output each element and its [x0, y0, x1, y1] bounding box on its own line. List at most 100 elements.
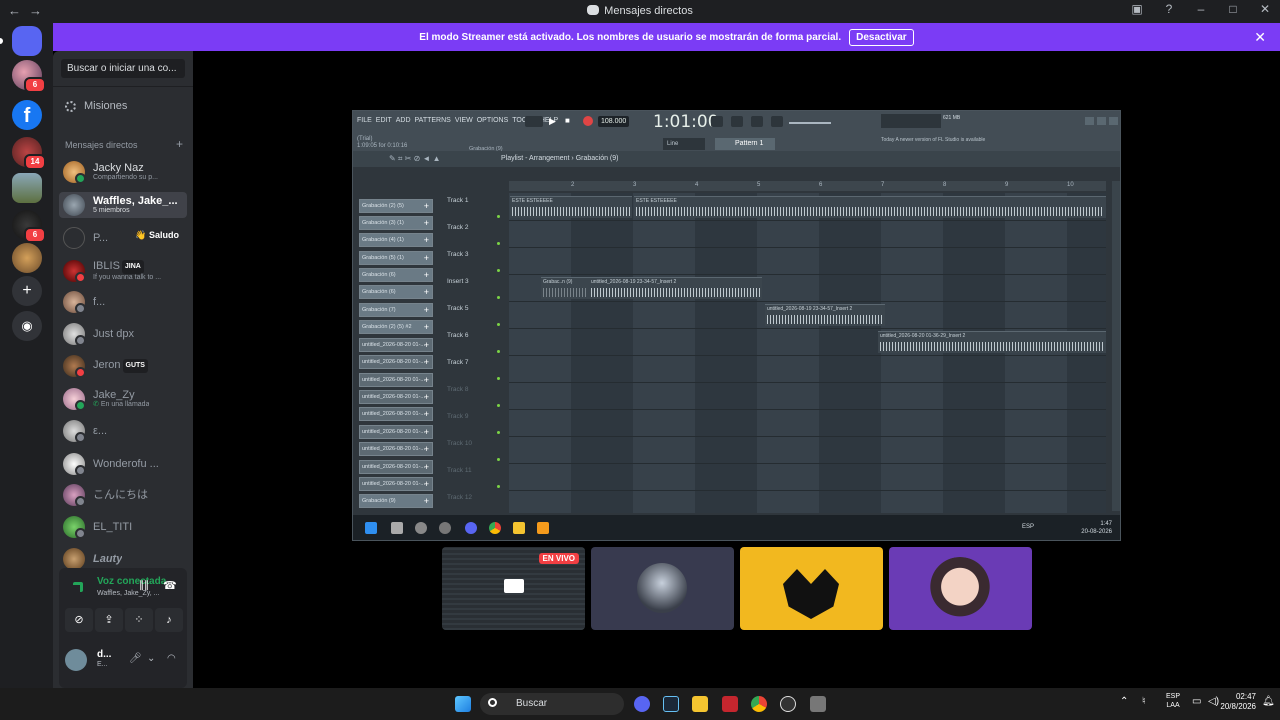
- user-avatar[interactable]: [65, 649, 87, 671]
- app-icon[interactable]: [722, 696, 738, 712]
- menu-options[interactable]: OPTIONS: [477, 117, 509, 124]
- wave-greeting-button[interactable]: 👋 Saludo: [135, 230, 179, 241]
- dm-item-el-titi[interactable]: EL_TITI: [59, 514, 187, 540]
- track-led[interactable]: [497, 485, 500, 488]
- discord-taskbar-icon[interactable]: [634, 696, 650, 712]
- screen-share-tile[interactable]: EN VIVO: [442, 547, 585, 630]
- dm-item-jacky[interactable]: Jacky Naz Compartiendo su p...: [59, 159, 187, 185]
- network-icon[interactable]: ▭: [1192, 696, 1201, 707]
- server-avatar-2[interactable]: 14: [12, 137, 46, 170]
- track-label[interactable]: Track 5: [447, 305, 468, 312]
- participant-yellow-tile[interactable]: [740, 547, 883, 630]
- track-led[interactable]: [497, 377, 500, 380]
- channel-item[interactable]: untitled_2026-08-20 01-...: [359, 373, 433, 387]
- pattern-selector[interactable]: Pattern 1: [715, 138, 775, 150]
- server-avatar-4[interactable]: 6: [12, 210, 46, 243]
- maximize-button[interactable]: □: [1224, 2, 1242, 16]
- master-volume-slider[interactable]: [789, 122, 831, 124]
- headphones-icon[interactable]: ◠: [167, 653, 176, 664]
- pat-song-toggle[interactable]: [525, 116, 543, 127]
- misiones-link[interactable]: Misiones: [65, 98, 127, 114]
- channel-item[interactable]: Grabación (2) (5) #2: [359, 320, 433, 334]
- search-input[interactable]: Buscar o iniciar una co...: [61, 59, 185, 78]
- track-led[interactable]: [497, 431, 500, 434]
- menu-edit[interactable]: EDIT: [376, 117, 392, 124]
- channel-item[interactable]: untitled_2026-08-20 01-...: [359, 407, 433, 421]
- track-label[interactable]: Track 8: [447, 386, 468, 393]
- track-led[interactable]: [497, 350, 500, 353]
- record-icon[interactable]: [583, 116, 593, 126]
- participant-anime-tile[interactable]: [889, 547, 1032, 630]
- minimize-button[interactable]: –: [1192, 2, 1210, 16]
- audio-clip[interactable]: untitled_2026-08-19 23-34-57_Insert 2: [765, 304, 885, 326]
- fl-studio-taskbar-icon[interactable]: [810, 696, 826, 712]
- dm-item-iblis[interactable]: IBLIS JINA If you wanna talk to ...: [59, 258, 187, 284]
- dm-item-wonderofu[interactable]: Wonderofu ...: [59, 451, 187, 477]
- steam-icon[interactable]: [663, 696, 679, 712]
- disconnect-icon[interactable]: ☎: [163, 579, 177, 592]
- track-led[interactable]: [497, 323, 500, 326]
- typing-keyboard-icon[interactable]: [731, 116, 743, 127]
- camera-off-button[interactable]: ⊘: [65, 608, 93, 632]
- channel-item[interactable]: untitled_2026-08-20 01-...: [359, 355, 433, 369]
- track-label[interactable]: Track 3: [447, 251, 468, 258]
- channel-item[interactable]: Grabación (7): [359, 303, 433, 317]
- track-label[interactable]: Track 9: [447, 413, 468, 420]
- play-icon[interactable]: ▶: [549, 116, 556, 127]
- track-label[interactable]: Track 12: [447, 494, 472, 501]
- activities-button[interactable]: ⁘: [125, 608, 153, 632]
- news-panel[interactable]: Today A newer version of FL Studio is av…: [881, 137, 985, 143]
- taskbar-clock[interactable]: 02:47 20/8/2026: [1220, 692, 1256, 712]
- audio-clip[interactable]: Grabac..n (9): [541, 277, 589, 299]
- channel-item[interactable]: Grabación (6): [359, 285, 433, 299]
- dm-item-epsilon[interactable]: ε...: [59, 418, 187, 444]
- track-label[interactable]: Insert 3: [447, 278, 469, 285]
- dm-item-group-waffles[interactable]: Waffles, Jake_... 5 miembros: [59, 192, 187, 218]
- menu-patterns[interactable]: PATTERNS: [415, 117, 451, 124]
- server-avatar-5[interactable]: [12, 243, 42, 273]
- channel-item[interactable]: untitled_2026-08-20 01-...: [359, 425, 433, 439]
- add-server-button[interactable]: +: [12, 276, 42, 306]
- menu-add[interactable]: ADD: [396, 117, 411, 124]
- dm-item-f[interactable]: f...: [59, 289, 187, 315]
- chevron-up-icon[interactable]: ⌃: [1120, 696, 1128, 707]
- new-dm-plus-icon[interactable]: +: [176, 138, 183, 150]
- step-edit-icon[interactable]: [751, 116, 763, 127]
- audio-clip[interactable]: ESTE ESTEEEEE: [510, 196, 632, 218]
- dm-item-konnichiwa[interactable]: こんにちは: [59, 482, 187, 508]
- discover-icon[interactable]: ◉: [12, 311, 42, 341]
- track-label[interactable]: Track 10: [447, 440, 472, 447]
- help-icon[interactable]: ?: [1160, 2, 1178, 16]
- file-explorer-icon[interactable]: [692, 696, 708, 712]
- channel-item[interactable]: Grabación (2) (5): [359, 199, 433, 213]
- channel-item[interactable]: untitled_2026-08-20 01-...: [359, 477, 433, 491]
- track-led[interactable]: [497, 296, 500, 299]
- channel-item[interactable]: Grabación (9): [359, 494, 433, 508]
- discord-home-button[interactable]: [0, 26, 42, 56]
- inbox-icon[interactable]: ▣: [1128, 2, 1146, 16]
- server-avatar-1[interactable]: 6: [12, 60, 46, 93]
- menu-file[interactable]: FILE: [357, 117, 372, 124]
- channel-item[interactable]: Grabación (3) (1): [359, 216, 433, 230]
- track-label[interactable]: Track 6: [447, 332, 468, 339]
- track-label[interactable]: Track 11: [447, 467, 472, 474]
- track-led[interactable]: [497, 269, 500, 272]
- metronome-icon[interactable]: [711, 116, 723, 127]
- fl-maximize-button[interactable]: [1097, 117, 1106, 125]
- audio-clip[interactable]: ESTE ESTEEEEE: [634, 196, 1106, 218]
- dm-item-just-dpx[interactable]: Just dpx: [59, 321, 187, 347]
- server-avatar-3[interactable]: [12, 173, 42, 203]
- channel-item[interactable]: untitled_2026-08-20 01-...: [359, 442, 433, 456]
- playlist-grid[interactable]: [509, 193, 1106, 513]
- fl-close-button[interactable]: [1109, 117, 1118, 125]
- language-indicator[interactable]: ESP LAA: [1166, 692, 1180, 710]
- audio-clip[interactable]: untitled_2026-08-20 01-36-29_Insert 2: [878, 331, 1106, 353]
- channel-item[interactable]: Grabación (5) (1): [359, 251, 433, 265]
- soundboard-button[interactable]: ♪: [155, 608, 183, 632]
- menu-view[interactable]: VIEW: [455, 117, 473, 124]
- chrome-icon[interactable]: [751, 696, 767, 712]
- vertical-scrollbar[interactable]: [1112, 181, 1120, 511]
- track-led[interactable]: [497, 215, 500, 218]
- track-led[interactable]: [497, 404, 500, 407]
- participant-wolf-tile[interactable]: [591, 547, 734, 630]
